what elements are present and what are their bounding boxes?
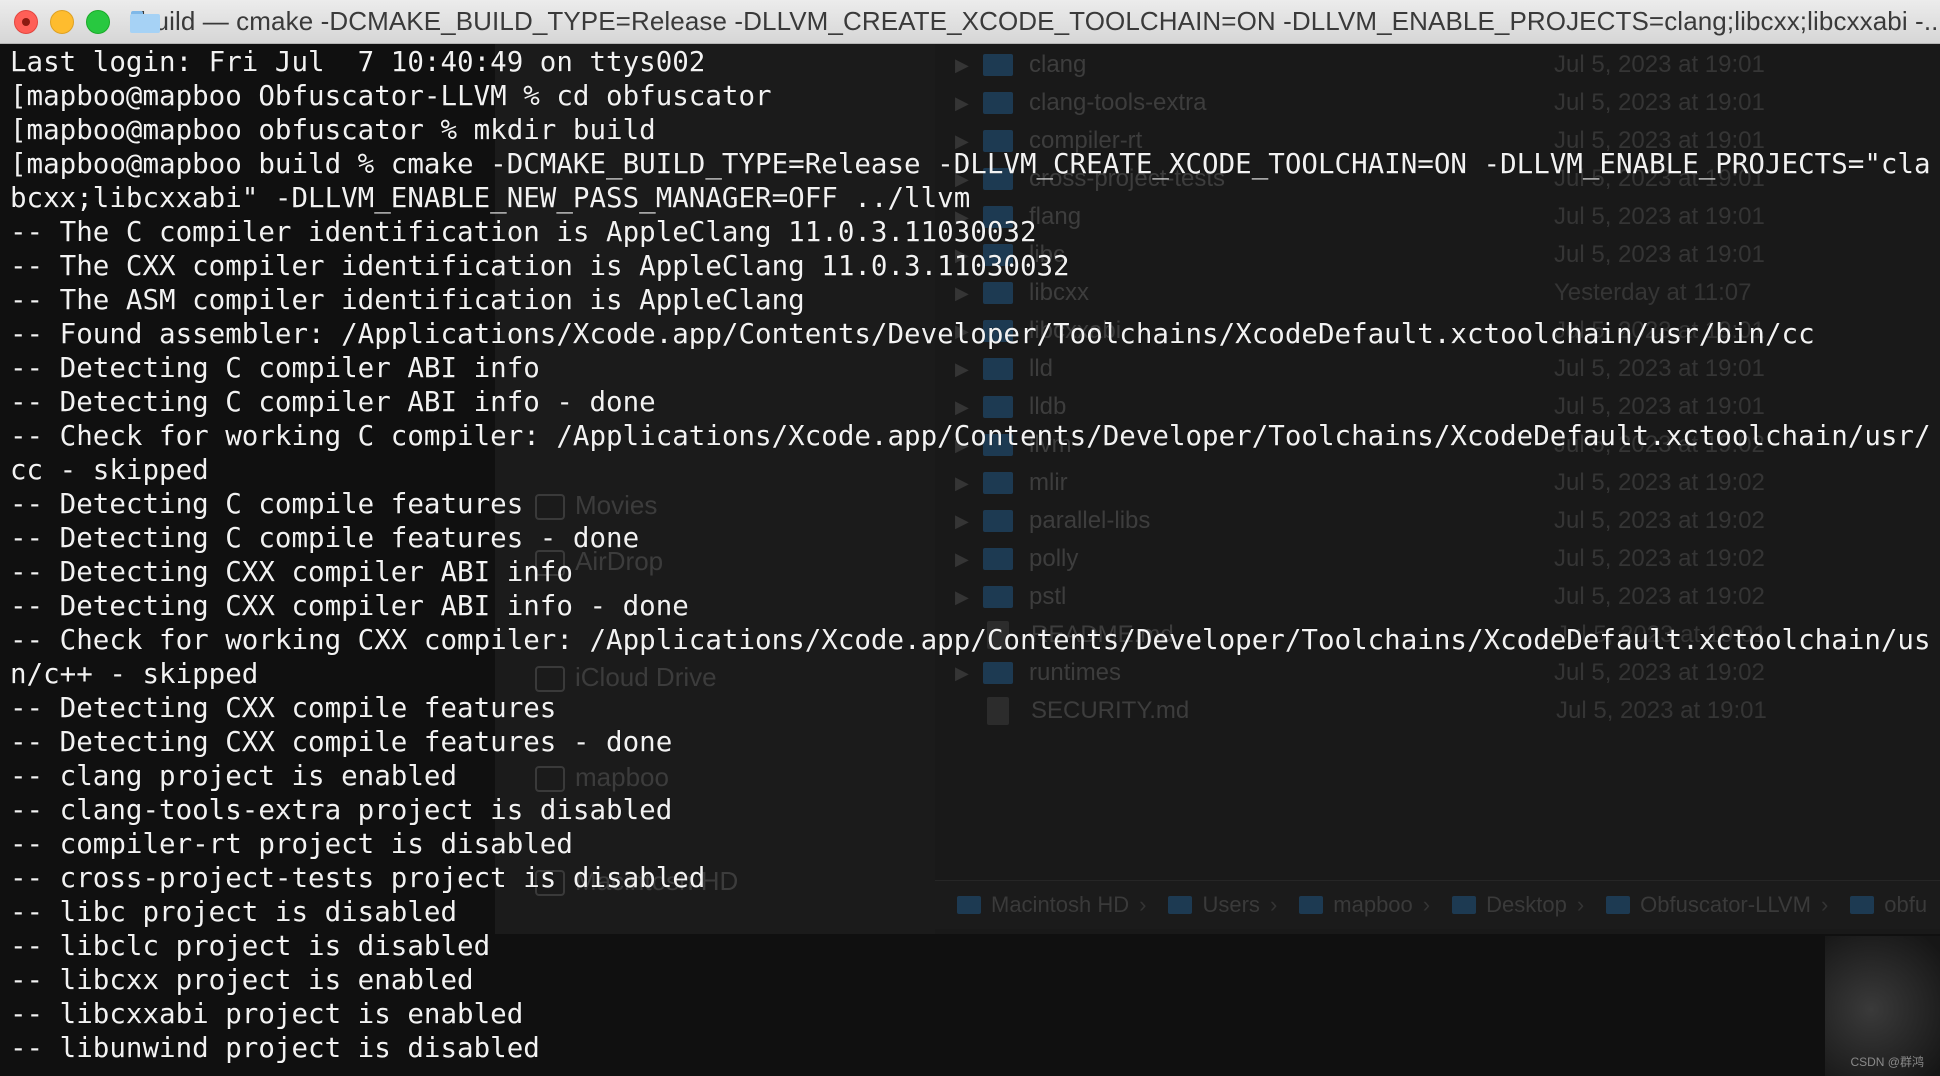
- terminal-line: -- compiler-rt project is disabled: [10, 828, 573, 860]
- watermark: CSDN @群鸿: [1850, 1055, 1924, 1069]
- terminal-line: -- Detecting C compiler ABI info - done: [10, 386, 656, 418]
- title-bar[interactable]: build — cmake -DCMAKE_BUILD_TYPE=Release…: [0, 0, 1940, 44]
- terminal-line: -- Detecting CXX compiler ABI info - don…: [10, 590, 689, 622]
- terminal-line: -- The ASM compiler identification is Ap…: [10, 284, 805, 316]
- terminal-line: -- Check for working C compiler: /Applic…: [10, 420, 1930, 452]
- terminal-line: -- The C compiler identification is Appl…: [10, 216, 1037, 248]
- terminal-line: -- libcxx project is enabled: [10, 964, 474, 996]
- terminal-line: -- The CXX compiler identification is Ap…: [10, 250, 1070, 282]
- minimize-button[interactable]: [50, 9, 74, 34]
- terminal-line: [mapboo@mapboo build % cmake -DCMAKE_BUI…: [10, 148, 1930, 180]
- terminal-line: -- Detecting CXX compile features - done: [10, 726, 673, 758]
- terminal-line: -- clang project is enabled: [10, 760, 458, 792]
- terminal-line: Last login: Fri Jul 7 10:40:49 on ttys00…: [10, 46, 706, 78]
- terminal-line: -- Found assembler: /Applications/Xcode.…: [10, 318, 1815, 350]
- terminal-line: -- Detecting C compile features: [10, 488, 524, 520]
- terminal-line: -- Detecting CXX compile features: [10, 692, 557, 724]
- terminal-line: -- Detecting CXX compiler ABI info: [10, 556, 573, 588]
- terminal-line: [mapboo@mapboo Obfuscator-LLVM % cd obfu…: [10, 80, 772, 112]
- terminal-line: -- Check for working CXX compiler: /Appl…: [10, 624, 1930, 656]
- zoom-button[interactable]: [86, 9, 110, 34]
- terminal-line: -- libcxxabi project is enabled: [10, 998, 524, 1030]
- window-controls: [14, 9, 110, 34]
- window-title: build — cmake -DCMAKE_BUILD_TYPE=Release…: [140, 6, 1940, 36]
- terminal-line: -- cross-project-tests project is disabl…: [10, 862, 706, 894]
- terminal-line: -- libc project is disabled: [10, 896, 458, 928]
- terminal-line: -- Detecting C compiler ABI info: [10, 352, 540, 384]
- terminal-line: bcxx;libcxxabi" -DLLVM_ENABLE_NEW_PASS_M…: [10, 182, 971, 214]
- terminal-line: -- libunwind project is disabled: [10, 1032, 540, 1064]
- terminal-output[interactable]: Last login: Fri Jul 7 10:40:49 on ttys00…: [10, 44, 1930, 1065]
- close-button[interactable]: [14, 9, 38, 34]
- terminal-line: n/c++ - skipped: [10, 658, 259, 690]
- terminal-line: [mapboo@mapboo obfuscator % mkdir build: [10, 114, 656, 146]
- terminal-line: cc - skipped: [10, 454, 209, 486]
- terminal-line: -- clang-tools-extra project is disabled: [10, 794, 673, 826]
- terminal-window: build — cmake -DCMAKE_BUILD_TYPE=Release…: [0, 0, 1940, 1076]
- terminal-line: -- Detecting C compile features - done: [10, 522, 640, 554]
- window-title-group: build — cmake -DCMAKE_BUILD_TYPE=Release…: [130, 6, 1940, 37]
- terminal-line: -- libclc project is disabled: [10, 930, 491, 962]
